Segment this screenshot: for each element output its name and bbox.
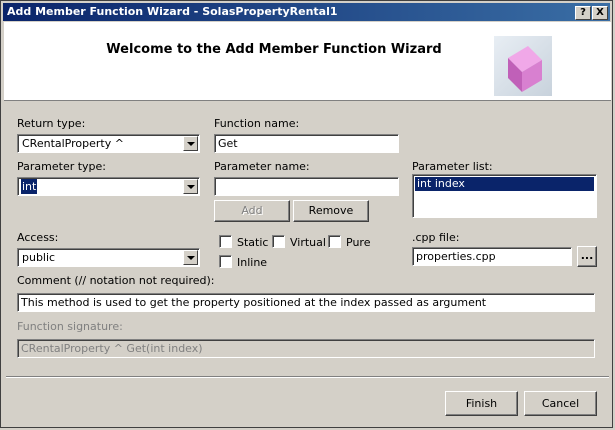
finish-button[interactable]: Finish xyxy=(445,391,518,416)
parameter-name-label: Parameter name: xyxy=(214,160,310,173)
header-panel: Welcome to the Add Member Function Wizar… xyxy=(4,22,611,101)
page-title: Welcome to the Add Member Function Wizar… xyxy=(106,42,442,57)
return-type-value: CRentalProperty ^ xyxy=(22,137,124,150)
comment-label: Comment (// notation not required): xyxy=(17,274,215,287)
parameter-name-input[interactable] xyxy=(214,177,399,196)
return-type-label: Return type: xyxy=(17,117,86,130)
cpp-file-input[interactable]: properties.cpp xyxy=(412,247,572,266)
add-button[interactable]: Add xyxy=(214,200,290,222)
return-type-combo[interactable]: CRentalProperty ^ xyxy=(17,134,200,153)
access-value: public xyxy=(22,251,56,264)
virtual-checkbox[interactable] xyxy=(272,235,285,248)
chevron-down-icon[interactable] xyxy=(183,250,198,265)
comment-input[interactable]: This method is used to get the property … xyxy=(17,293,595,312)
remove-button[interactable]: Remove xyxy=(293,200,369,222)
wizard-window: Add Member Function Wizard - SolasProper… xyxy=(0,0,613,428)
inline-label: Inline xyxy=(237,256,268,269)
separator xyxy=(6,376,609,378)
help-button[interactable]: ? xyxy=(575,6,591,20)
inline-checkbox[interactable] xyxy=(219,255,232,268)
pure-checkbox[interactable] xyxy=(328,235,341,248)
wizard-cube-icon xyxy=(494,36,552,96)
access-combo[interactable]: public xyxy=(17,248,200,267)
parameter-type-value: int xyxy=(21,179,38,194)
cpp-file-label: .cpp file: xyxy=(412,231,460,244)
parameter-type-label: Parameter type: xyxy=(17,160,107,173)
signature-label: Function signature: xyxy=(17,320,123,333)
browse-button[interactable]: ... xyxy=(577,246,597,267)
virtual-label: Virtual xyxy=(290,236,326,249)
static-checkbox[interactable] xyxy=(219,235,232,248)
signature-field: CRentalProperty ^ Get(int index) xyxy=(17,339,595,358)
list-item[interactable]: int index xyxy=(415,177,594,191)
parameter-list-label: Parameter list: xyxy=(412,160,493,173)
parameter-list[interactable]: int index xyxy=(412,174,597,218)
static-label: Static xyxy=(237,236,269,249)
function-name-label: Function name: xyxy=(214,117,300,130)
title-bar: Add Member Function Wizard - SolasProper… xyxy=(3,3,610,21)
chevron-down-icon[interactable] xyxy=(183,136,198,151)
function-name-input[interactable]: Get xyxy=(214,134,399,153)
parameter-type-combo[interactable]: int xyxy=(17,177,200,196)
access-label: Access: xyxy=(17,231,59,244)
pure-label: Pure xyxy=(346,236,371,249)
chevron-down-icon[interactable] xyxy=(183,179,198,194)
cancel-button[interactable]: Cancel xyxy=(524,391,597,416)
close-button[interactable]: X xyxy=(592,6,608,20)
window-title: Add Member Function Wizard - SolasProper… xyxy=(7,5,338,18)
